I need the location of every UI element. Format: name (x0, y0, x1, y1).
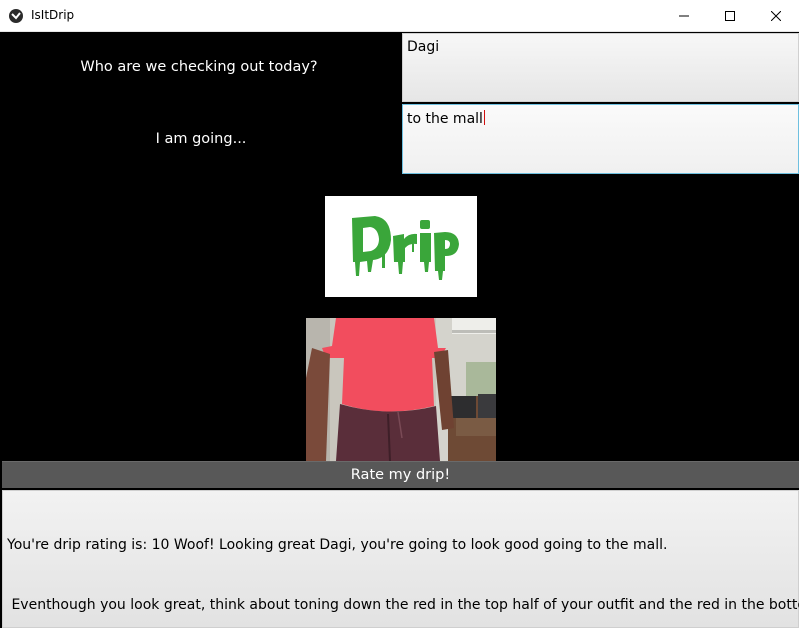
window-title: IsItDrip (31, 8, 75, 22)
close-icon (771, 11, 781, 21)
title-bar[interactable]: IsItDrip (0, 0, 799, 32)
result-output[interactable]: You're drip rating is: 10 Woof! Looking … (2, 490, 799, 628)
minimize-icon (679, 15, 689, 17)
outfit-photo (306, 318, 496, 461)
close-button[interactable] (753, 0, 799, 32)
maximize-icon (725, 11, 735, 21)
name-input-value: Dagi (407, 39, 440, 55)
rate-drip-button[interactable]: Rate my drip! (2, 461, 799, 488)
app-window: IsItDrip Who are we checking out today? … (0, 0, 799, 628)
destination-input-value: to the mall (407, 111, 483, 127)
destination-input[interactable]: to the mall (402, 104, 799, 174)
outfit-photo-image (306, 318, 496, 461)
drip-logo (325, 196, 477, 297)
destination-prompt-label: I am going... (155, 131, 247, 147)
result-line-1: You're drip rating is: 10 Woof! Looking … (7, 537, 668, 553)
drip-logo-graphic (352, 216, 459, 280)
kivy-app-icon (9, 9, 23, 23)
maximize-button[interactable] (707, 0, 753, 32)
result-line-2: Eventhough you look great, think about t… (7, 597, 799, 613)
minimize-button[interactable] (661, 0, 707, 32)
text-caret (483, 110, 485, 125)
name-prompt-label: Who are we checking out today? (80, 59, 318, 75)
name-input[interactable]: Dagi (402, 33, 799, 102)
